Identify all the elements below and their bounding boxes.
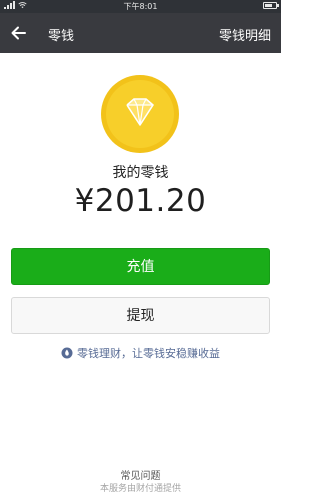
wealth-promo-link[interactable]: 零钱理财，让零钱安稳赚收益: [0, 345, 281, 361]
status-bar: 下午8:01: [0, 0, 281, 13]
nav-bar: 零钱 零钱明细: [0, 13, 281, 53]
page-title: 零钱: [48, 29, 75, 44]
promo-text: 零钱理财，让零钱安稳赚收益: [77, 347, 220, 360]
balance-detail-link[interactable]: 零钱明细: [219, 25, 271, 44]
faq-link[interactable]: 常见问题: [0, 467, 281, 482]
balance-amount: ¥201.20: [74, 183, 207, 219]
diamond-coin-icon: [101, 75, 179, 153]
status-right: [263, 2, 279, 9]
status-time: 下午8:01: [123, 2, 158, 11]
withdraw-button[interactable]: 提现: [11, 297, 270, 334]
licaitong-icon: [61, 347, 73, 359]
battery-icon: [263, 2, 279, 9]
back-arrow-icon[interactable]: [9, 23, 29, 43]
recharge-button[interactable]: 充值: [11, 248, 270, 285]
provider-text: 本服务由财付通提供: [99, 484, 181, 494]
balance-label: 我的零钱: [112, 165, 169, 181]
